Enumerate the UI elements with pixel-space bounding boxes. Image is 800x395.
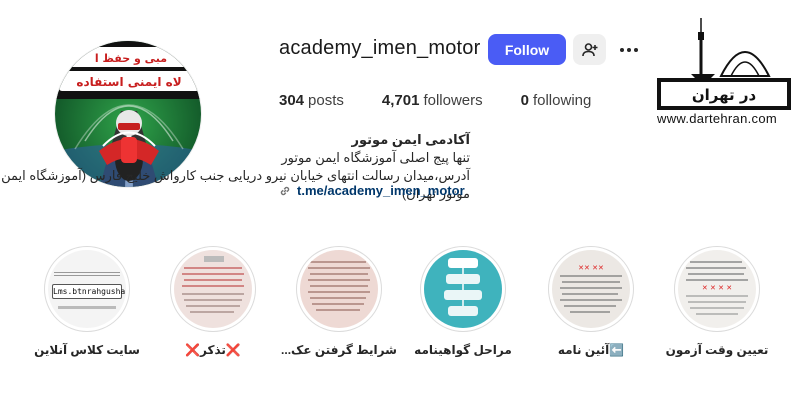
bio-link[interactable]: t.me/academy_imen_motor	[279, 183, 465, 198]
bio-link-text: t.me/academy_imen_motor	[297, 183, 465, 198]
highlight-label: سایت کلاس آنلاین	[34, 343, 140, 357]
following-label: following	[532, 92, 592, 109]
follow-button[interactable]: Follow	[488, 34, 566, 65]
highlight-cover	[424, 250, 502, 328]
highlight-item[interactable]: ✕✕ ✕✕ ⬅️آئین نامه	[526, 246, 656, 357]
more-dots-icon	[620, 48, 624, 52]
svg-text:✕ ✕ ✕ ✕: ✕ ✕ ✕ ✕	[702, 284, 732, 292]
highlight-cover: Lms.btnrahgusha.ir	[48, 250, 126, 328]
highlight-cover	[300, 250, 378, 328]
person-add-icon	[581, 42, 597, 56]
posts-stat: 304 posts	[279, 92, 344, 109]
highlight-cover: ✕✕ ✕✕	[552, 250, 630, 328]
highlight-cover: ✕ ✕ ✕ ✕	[678, 250, 756, 328]
posts-label: posts	[308, 92, 344, 109]
highlight-thumb-text: Lms.btnrahgusha.ir	[52, 284, 126, 299]
svg-text:مبی و حفظ ا: مبی و حفظ ا	[95, 52, 167, 65]
highlight-label: ❌تذکر❌	[185, 343, 241, 357]
highlight-item[interactable]: ❌تذکر❌	[148, 246, 278, 357]
svg-text:لاه ایمنی استفاده: لاه ایمنی استفاده	[76, 75, 181, 89]
highlight-label: ⬅️آئین نامه	[557, 343, 625, 357]
highlight-item[interactable]: ✕ ✕ ✕ ✕ تعیین وقت آزمون	[652, 246, 782, 357]
svg-text:✕✕ ✕✕: ✕✕ ✕✕	[578, 264, 604, 272]
posts-count: 304	[279, 92, 305, 109]
highlight-label: مراحل گواهینامه	[414, 343, 512, 357]
bio-name: آکادمی ایمن موتور	[351, 132, 470, 147]
logo-title: در تهران	[692, 86, 757, 104]
followers-stat[interactable]: 4,701 followers	[382, 92, 483, 109]
story-highlights: ✕ ✕ ✕ ✕ تعیین وقت آزمون ✕✕ ✕✕ ⬅️آئین نام…	[0, 246, 800, 366]
profile-username: academy_imen_motor	[279, 37, 481, 59]
highlight-label: شرایط گرفتن عک...	[281, 343, 397, 357]
bio-line: تنها پیج اصلی آموزشگاه ایمن موتور	[281, 150, 470, 165]
following-count: 0	[520, 92, 529, 109]
followers-label: followers	[423, 92, 483, 109]
profile-stats: 304 posts 4,701 followers 0 following	[279, 92, 629, 109]
highlight-item[interactable]: Lms.btnrahgusha.ir سایت کلاس آنلاین	[22, 246, 152, 357]
chain-link-icon	[280, 186, 290, 195]
suggested-accounts-button[interactable]	[573, 34, 606, 65]
highlight-item[interactable]: مراحل گواهینامه	[398, 246, 528, 357]
following-stat[interactable]: 0 following	[521, 92, 592, 109]
highlight-item[interactable]: شرایط گرفتن عک...	[274, 246, 404, 357]
more-options-button[interactable]	[615, 38, 643, 62]
highlight-label: تعیین وقت آزمون	[665, 343, 769, 357]
followers-count: 4,701	[381, 92, 420, 109]
highlight-cover	[174, 250, 252, 328]
logo-url: www.dartehran.com	[657, 111, 777, 126]
